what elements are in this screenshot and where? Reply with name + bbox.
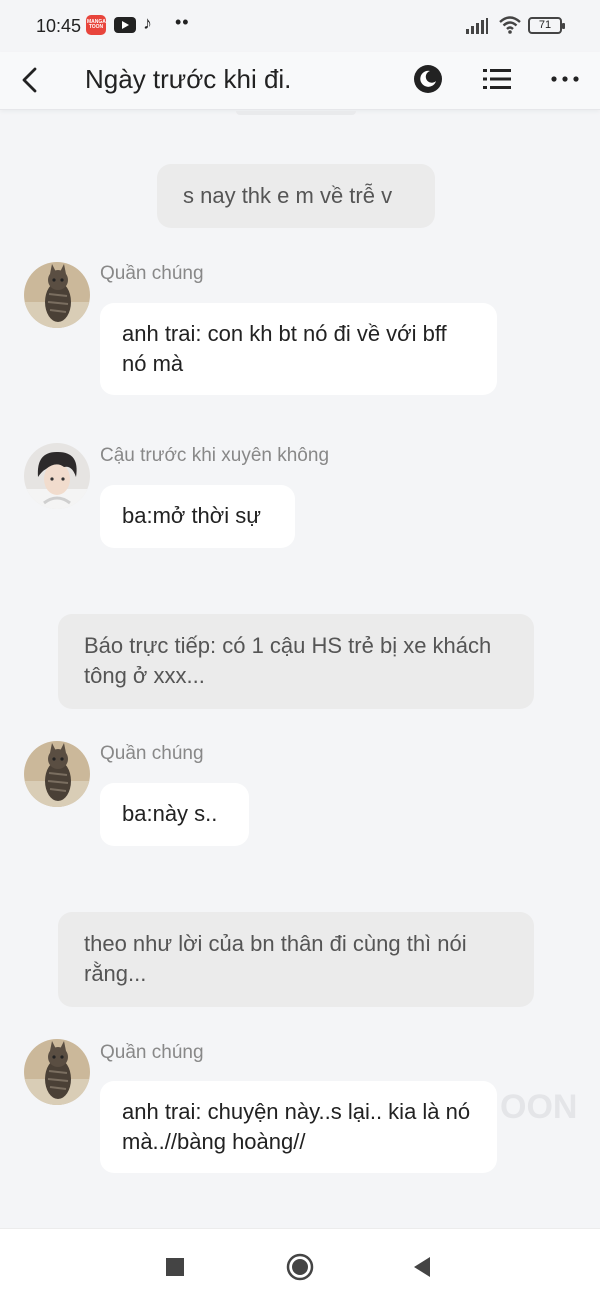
signal-icon [466, 18, 488, 34]
speaker-name: Quần chúng [100, 1042, 204, 1063]
more-options-button[interactable] [548, 62, 582, 96]
cat-avatar[interactable] [24, 1039, 90, 1105]
night-mode-button[interactable] [411, 62, 445, 96]
dialogue-bubble: ba:mở thời sự [100, 485, 295, 548]
system-nav-bar [0, 1228, 600, 1300]
speaker-name: Quần chúng [100, 263, 204, 284]
dialogue-bubble: ba:này s.. [100, 783, 249, 846]
moon-icon [414, 65, 442, 93]
back-nav-button[interactable] [404, 1249, 440, 1285]
status-time: 10:45 [36, 16, 82, 36]
dialogue-bubble: anh trai: con kh bt nó đi về với bff nó … [100, 303, 497, 395]
cat-avatar[interactable] [24, 262, 90, 328]
dialogue-text: anh trai: con kh bt nó đi về với bff nó … [122, 321, 447, 376]
speaker-name: Quần chúng [100, 743, 204, 764]
watermark: OON [500, 1088, 578, 1126]
cat-avatar-image [24, 1039, 90, 1105]
speaker-name: Cậu trước khi xuyên không [100, 445, 330, 466]
boy-avatar[interactable] [24, 443, 90, 509]
circle-icon [286, 1253, 314, 1281]
cat-avatar-image [24, 741, 90, 807]
chapter-list-button[interactable] [480, 62, 514, 96]
boy-avatar-image [24, 443, 90, 509]
dialogue-text: ba:mở thời sự [122, 503, 261, 528]
battery-icon: 71 [528, 17, 565, 34]
home-button[interactable] [282, 1249, 318, 1285]
dialogue-text: ba:này s.. [122, 801, 218, 826]
cat-avatar-image [24, 262, 90, 328]
triangle-back-icon [414, 1257, 430, 1277]
cat-avatar[interactable] [24, 741, 90, 807]
reader-header: Ngày trước khi đi. [0, 52, 600, 110]
list-icon [483, 69, 511, 89]
dialogue-bubble: anh trai: chuyện này..s lại.. kia là nó … [100, 1081, 497, 1173]
narration-message: theo như lời của bn thân đi cùng thì nói… [58, 912, 534, 1007]
wifi-icon [499, 16, 521, 34]
narration-text: theo như lời của bn thân đi cùng thì nói… [84, 931, 467, 986]
mangatoon-app-icon [86, 15, 106, 35]
previous-message-edge [236, 111, 356, 115]
page-title: Ngày trước khi đi. [85, 64, 292, 94]
more-notifications-icon: •• [175, 12, 190, 32]
tiktok-app-icon: ♪ [143, 13, 152, 33]
chat-story-content[interactable]: s nay thk e m về trễ v Quần chúng anh tr… [0, 111, 600, 1228]
narration-message: Báo trực tiếp: có 1 cậu HS trẻ bị xe khá… [58, 614, 534, 709]
youtube-app-icon [114, 17, 136, 33]
more-dots-icon [551, 76, 579, 82]
status-bar: 10:45 ♪ •• 71 [0, 0, 600, 52]
recents-button[interactable] [157, 1249, 193, 1285]
narration-text: s nay thk e m về trễ v [183, 183, 393, 208]
narration-message: s nay thk e m về trễ v [157, 164, 435, 228]
narration-text: Báo trực tiếp: có 1 cậu HS trẻ bị xe khá… [84, 633, 492, 688]
dialogue-text: anh trai: chuyện này..s lại.. kia là nó … [122, 1099, 471, 1154]
chevron-left-icon [22, 67, 37, 93]
back-button[interactable] [14, 60, 44, 100]
square-icon [166, 1258, 184, 1276]
